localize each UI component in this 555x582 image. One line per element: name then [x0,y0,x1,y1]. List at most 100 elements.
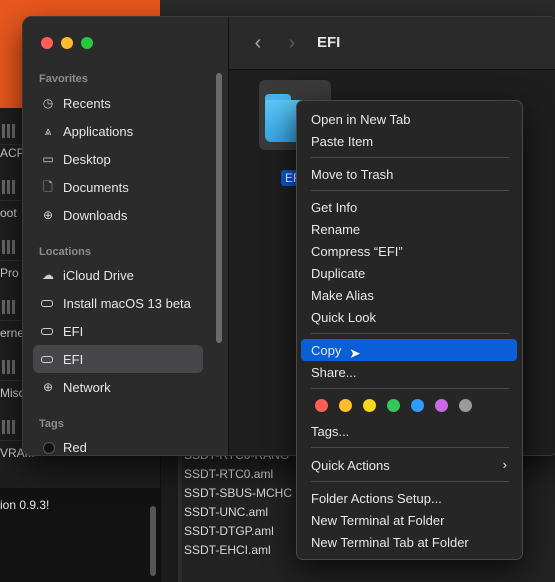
bg-left-text: Pro [0,266,19,280]
sidebar-item-downloads[interactable]: ⊕ Downloads [33,201,203,229]
sidebar-item-label: Downloads [63,208,128,223]
forward-chevron-icon[interactable]: › [283,33,301,53]
sidebar-item-label: Red [63,440,87,455]
cloud-icon: ☁ [42,268,54,282]
menu-item-label: Rename [311,222,361,237]
menu-item-new-terminal-at-folder[interactable]: New Terminal at Folder [301,509,517,531]
sidebar-item-efi[interactable]: EFI [33,317,203,345]
menu-item-label: Paste Item [311,134,374,149]
tag-color-blue[interactable] [411,399,424,412]
chevron-right-icon: › [502,457,507,472]
grid-icon [2,240,16,254]
menu-item-label: Move to Trash [311,167,394,182]
sidebar-item-icloud-drive[interactable]: ☁ iCloud Drive [33,261,203,289]
locations-header: Locations [39,246,91,258]
menu-separator [311,190,509,191]
sidebar-item-recents[interactable]: ◷ Recents [33,89,203,117]
file-row[interactable]: SSDT-EHCI.aml [184,543,271,557]
tag-dot-icon [43,442,55,454]
menu-item-quick-look[interactable]: Quick Look [301,306,517,328]
menu-item-get-info[interactable]: Get Info [301,196,517,218]
bg-left-text: Misc [0,386,25,400]
finder-sidebar: Favorites ◷ Recents ⩓ Applications ▭ Des… [23,17,229,455]
menu-item-label: Open in New Tab [311,112,411,127]
tag-color-purple[interactable] [435,399,448,412]
menu-item-quick-actions[interactable]: Quick Actions › [301,454,517,476]
clock-icon: ◷ [42,96,54,110]
sidebar-item-applications[interactable]: ⩓ Applications [33,117,203,145]
menu-item-label: Quick Look [311,310,377,325]
zoom-window-button[interactable] [81,37,93,49]
menu-item-rename[interactable]: Rename [301,218,517,240]
file-row[interactable]: SSDT-RTC0.aml [184,467,273,481]
grid-icon [2,180,16,194]
menu-item-label: Share... [311,365,357,380]
sidebar-item-documents[interactable]: 🗋 Documents [33,173,203,201]
menu-item-label: Quick Actions [311,458,390,473]
sidebar-item-label: Install macOS 13 beta [63,296,191,311]
tag-color-yellow[interactable] [363,399,376,412]
menu-item-label: Make Alias [311,288,374,303]
sidebar-item-efi-selected[interactable]: EFI [33,345,203,373]
file-row[interactable]: SSDT-DTGP.aml [184,524,274,538]
menu-item-folder-actions-setup[interactable]: Folder Actions Setup... [301,487,517,509]
favorites-header: Favorites [39,73,88,85]
menu-item-tags[interactable]: Tags... [301,420,517,442]
finder-toolbar: ‹ › EFI [229,17,555,70]
menu-item-share[interactable]: Share... [301,361,517,383]
menu-item-move-to-trash[interactable]: Move to Trash [301,163,517,185]
file-list-scrollbar[interactable] [178,448,182,582]
sidebar-item-label: iCloud Drive [63,268,134,283]
background-console: ion 0.9.3! [0,488,160,582]
tag-color-red[interactable] [315,399,328,412]
grid-icon [2,360,16,374]
mouse-pointer-icon: ➤ [349,345,361,361]
tag-color-orange[interactable] [339,399,352,412]
sidebar-item-desktop[interactable]: ▭ Desktop [33,145,203,173]
minimize-window-button[interactable] [61,37,73,49]
grid-icon [2,300,16,314]
menu-item-label: New Terminal at Folder [311,513,445,528]
tag-color-green[interactable] [387,399,400,412]
sidebar-item-tag-red[interactable]: Red [33,433,203,455]
disk-icon [41,300,53,307]
globe-icon: ⊕ [42,380,54,394]
sidebar-item-label: Recents [63,96,111,111]
menu-item-copy[interactable]: Copy [301,339,517,361]
back-chevron-icon[interactable]: ‹ [249,33,267,53]
menu-item-label: Duplicate [311,266,366,281]
console-scrollbar[interactable] [150,506,156,576]
sidebar-item-label: EFI [63,352,84,367]
sidebar-item-label: EFI [63,324,84,339]
console-line: ion 0.9.3! [0,498,50,512]
menu-item-new-terminal-tab-at-folder[interactable]: New Terminal Tab at Folder [301,531,517,553]
bg-left-text: oot [0,206,17,220]
menu-item-paste-item[interactable]: Paste Item [301,130,517,152]
menu-item-open-in-new-tab[interactable]: Open in New Tab [301,108,517,130]
sidebar-item-network[interactable]: ⊕ Network [33,373,203,401]
close-window-button[interactable] [41,37,53,49]
file-row[interactable]: SSDT-UNC.aml [184,505,268,519]
menu-item-label: Copy [311,343,342,358]
menu-separator [311,388,509,389]
sidebar-item-label: Documents [63,180,129,195]
context-menu: Open in New Tab Paste Item Move to Trash… [296,100,523,560]
menu-item-compress[interactable]: Compress “EFI” [301,240,517,262]
tag-color-gray[interactable] [459,399,472,412]
menu-separator [311,481,509,482]
menu-separator [311,157,509,158]
disk-icon [41,328,53,335]
sidebar-scrollbar[interactable] [216,73,222,343]
sidebar-item-install-macos[interactable]: Install macOS 13 beta [33,289,203,317]
menu-separator [311,333,509,334]
sidebar-item-label: Desktop [63,152,111,167]
grid-icon [2,124,16,138]
menu-item-duplicate[interactable]: Duplicate [301,262,517,284]
window-title: EFI [317,34,341,51]
menu-item-label: New Terminal Tab at Folder [311,535,469,550]
file-row[interactable]: SSDT-SBUS-MCHC [184,486,292,500]
menu-item-make-alias[interactable]: Make Alias [301,284,517,306]
desktop-icon: ▭ [42,152,54,166]
bg-left-text: ACP [0,146,25,160]
sidebar-item-label: Network [63,380,111,395]
